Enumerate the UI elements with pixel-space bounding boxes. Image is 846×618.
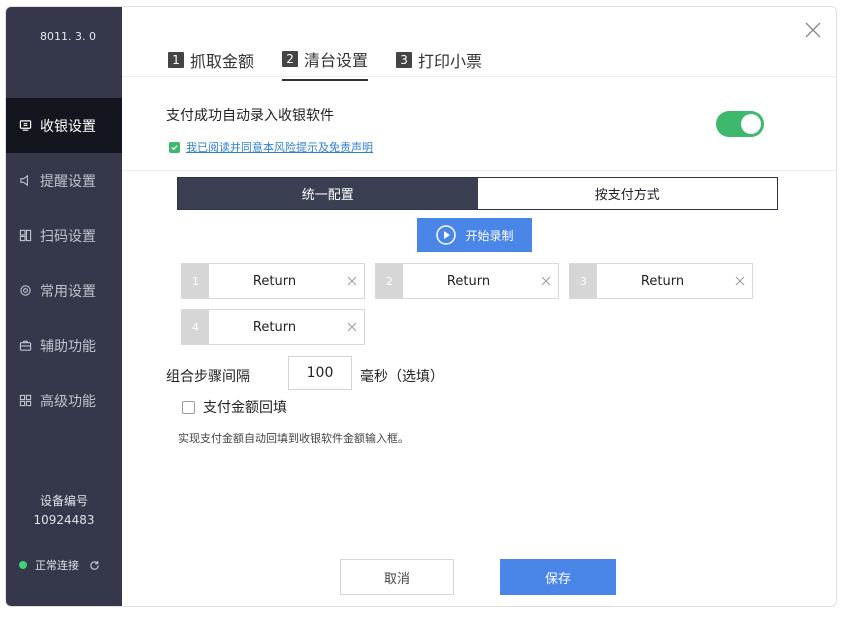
toggle-knob	[741, 114, 761, 134]
key-step-number: 1	[182, 264, 209, 298]
toolbox-icon	[19, 339, 32, 352]
key-step-label: Return	[446, 273, 491, 289]
key-step-number: 3	[570, 264, 597, 298]
interval-unit: 毫秒（选填）	[360, 369, 444, 385]
status-dot-icon	[19, 561, 27, 569]
tab-divider	[122, 76, 836, 77]
version-label: 8011. 3. 0	[40, 30, 96, 43]
key-step-1: 1 Return	[181, 263, 365, 299]
remove-key-icon[interactable]	[728, 264, 752, 298]
config-mode-switch: 统一配置 按支付方式	[177, 177, 778, 210]
amount-fill-description: 实现支付金额自动回填到收银软件金额输入框。	[178, 432, 409, 445]
tab-number: 3	[396, 52, 413, 68]
cancel-button[interactable]: 取消	[340, 559, 454, 595]
gear-icon	[19, 284, 32, 297]
amount-fill-row: 支付金额回填	[182, 397, 287, 417]
sidebar-item-assist[interactable]: 辅助功能	[6, 318, 122, 373]
segment-by-payment[interactable]: 按支付方式	[477, 178, 777, 209]
agree-checkbox[interactable]	[169, 141, 180, 153]
device-info: 设备编号 10924483	[6, 492, 122, 530]
device-label: 设备编号	[39, 494, 88, 508]
segment-unified[interactable]: 统一配置	[178, 178, 478, 209]
agreement-row: 我已阅读并同意本风险提示及免责声明	[169, 139, 373, 155]
tab-label: 打印小票	[418, 52, 483, 71]
sidebar-item-cashier[interactable]: 收银设置	[6, 98, 122, 153]
sidebar-item-label: 辅助功能	[40, 338, 96, 355]
sidebar-item-advanced[interactable]: 高级功能	[6, 373, 122, 428]
tab-label: 清台设置	[304, 51, 369, 70]
remove-key-icon[interactable]	[340, 310, 364, 344]
grid-icon	[19, 394, 32, 407]
key-step-4: 4 Return	[181, 309, 365, 345]
save-button[interactable]: 保存	[500, 559, 616, 595]
refresh-icon[interactable]	[89, 560, 100, 571]
amount-fill-checkbox[interactable]	[182, 400, 195, 414]
sidebar-item-label: 提醒设置	[40, 173, 96, 190]
sidebar-item-label: 扫码设置	[40, 228, 96, 245]
tab-label: 抓取金额	[190, 52, 255, 71]
disclaimer-link[interactable]: 我已阅读并同意本风险提示及免责声明	[186, 139, 373, 155]
speaker-icon	[19, 174, 32, 187]
sidebar: 8011. 3. 0 收银设置 提醒设置 扫码设置 常用设置 辅助功能 高级功能…	[6, 7, 122, 606]
connection-status: 正常连接	[19, 557, 100, 573]
start-recording-button[interactable]: 开始录制	[417, 218, 532, 252]
key-step-label: Return	[252, 319, 297, 335]
sidebar-item-label: 收银设置	[40, 118, 96, 135]
sidebar-item-scan[interactable]: 扫码设置	[6, 208, 122, 263]
interval-input[interactable]	[288, 356, 352, 390]
close-icon[interactable]	[804, 21, 822, 39]
key-step-label: Return	[640, 273, 685, 289]
key-step-2: 2 Return	[375, 263, 559, 299]
sidebar-item-common[interactable]: 常用设置	[6, 263, 122, 318]
remove-key-icon[interactable]	[534, 264, 558, 298]
settings-window: 8011. 3. 0 收银设置 提醒设置 扫码设置 常用设置 辅助功能 高级功能…	[5, 6, 837, 607]
device-id: 10924483	[33, 513, 95, 527]
auto-entry-label: 支付成功自动录入收银软件	[166, 108, 334, 124]
tab-number: 2	[282, 51, 299, 67]
status-text: 正常连接	[35, 559, 79, 572]
key-step-number: 2	[376, 264, 403, 298]
cash-register-icon	[19, 119, 32, 132]
section-divider	[122, 170, 836, 171]
sidebar-item-reminder[interactable]: 提醒设置	[6, 153, 122, 208]
sidebar-item-label: 常用设置	[40, 283, 96, 300]
key-step-number: 4	[182, 310, 209, 344]
key-step-3: 3 Return	[569, 263, 753, 299]
interval-label: 组合步骤间隔	[166, 369, 250, 385]
play-icon	[435, 224, 457, 246]
scan-icon	[19, 229, 32, 242]
record-label: 开始录制	[465, 228, 514, 243]
tab-number: 1	[168, 52, 184, 68]
sidebar-item-label: 高级功能	[40, 393, 96, 410]
auto-entry-toggle[interactable]	[716, 111, 764, 137]
amount-fill-label: 支付金额回填	[203, 400, 287, 416]
remove-key-icon[interactable]	[340, 264, 364, 298]
key-step-label: Return	[252, 273, 297, 289]
